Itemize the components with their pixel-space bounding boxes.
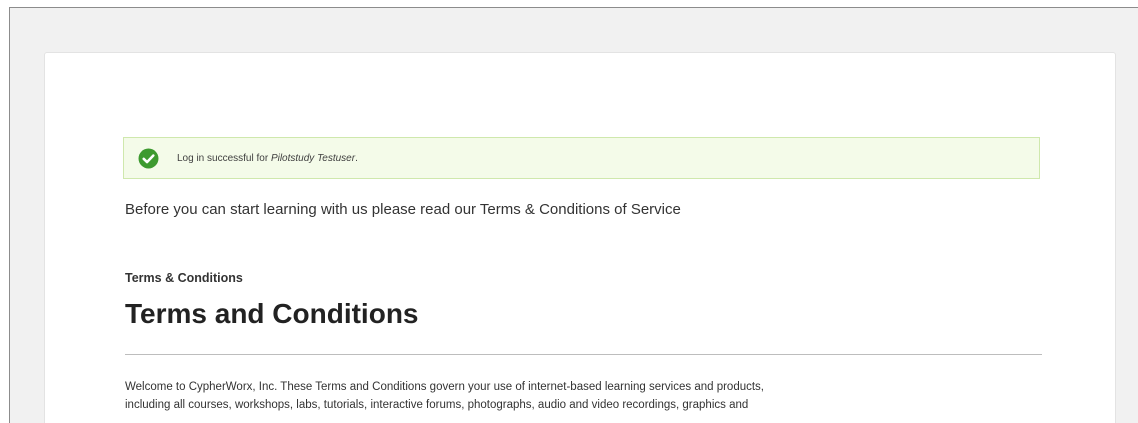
alert-message-suffix: . [355, 152, 358, 164]
login-success-alert: Log in successful for Pilotstudy Testuse… [123, 137, 1040, 179]
browser-viewport: Log in successful for Pilotstudy Testuse… [9, 7, 1138, 423]
terms-paragraph-line-2: including all courses, workshops, labs, … [125, 399, 749, 411]
check-circle-icon [138, 148, 159, 168]
terms-paragraph: Welcome to CypherWorx, Inc. These Terms … [125, 378, 1045, 414]
content-card: Log in successful for Pilotstudy Testuse… [44, 52, 1116, 423]
alert-user-name: Pilotstudy Testuser [270, 152, 356, 164]
intro-text: Before you can start learning with us pl… [125, 201, 681, 218]
terms-paragraph-line-1: Welcome to CypherWorx, Inc. These Terms … [125, 381, 765, 393]
section-label: Terms & Conditions [125, 271, 243, 285]
alert-message-prefix: Log in successful for [177, 152, 271, 164]
title-divider [125, 354, 1042, 355]
alert-message: Log in successful for Pilotstudy Testuse… [177, 153, 358, 164]
terms-title: Terms and Conditions [125, 298, 419, 329]
